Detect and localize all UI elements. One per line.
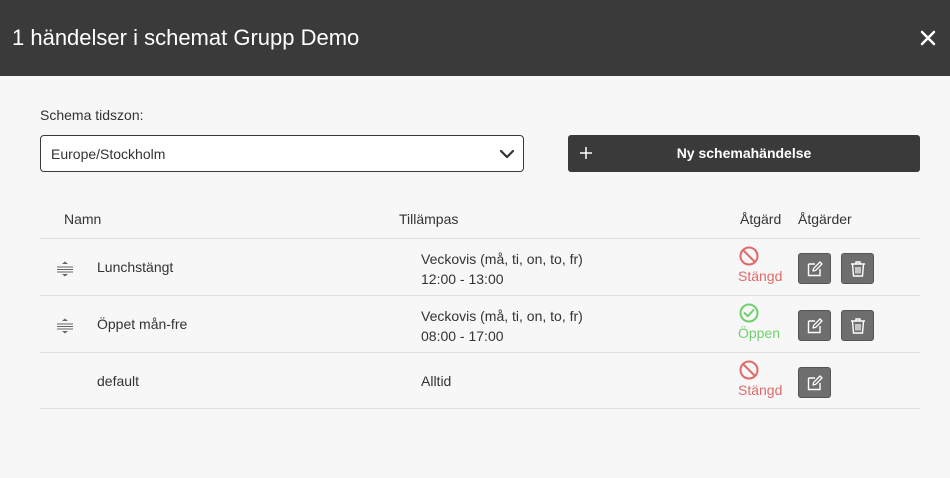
timezone-select[interactable]: Europe/Stockholm [40,135,524,172]
close-button[interactable] [916,26,940,50]
trash-icon [851,318,865,334]
column-header-name: Namn [64,211,102,227]
event-name: default [97,373,140,389]
event-recurrence: Veckovis (må, ti, on, to, fr) [421,308,583,324]
event-name: Lunchstängt [97,259,174,275]
edit-button[interactable] [798,367,831,398]
dialog-title: 1 händelser i schemat Grupp Demo [12,25,360,50]
column-header-applies: Tillämpas [399,211,459,227]
table-row: Lunchstängt Veckovis (må, ti, on, to, fr… [40,238,920,295]
event-time-range: 12:00 - 13:00 [421,271,504,287]
edit-icon [807,318,823,334]
event-name: Öppet mån-fre [97,316,188,332]
status-closed: Stängd [738,268,783,284]
delete-button[interactable] [841,310,874,341]
event-recurrence: Veckovis (må, ti, on, to, fr) [421,251,583,267]
close-icon [920,30,936,46]
edit-button[interactable] [798,310,831,341]
delete-button[interactable] [841,253,874,284]
status-open: Öppen [738,325,781,341]
trash-icon [851,261,865,277]
closed-icon [739,246,759,266]
table-row: default Alltid Stängd [40,352,920,409]
timezone-label: Schema tidszon: [40,107,144,123]
drag-handle-icon[interactable] [56,318,74,334]
edit-icon [807,261,823,277]
new-schedule-event-label: Ny schemahändelse [676,145,812,161]
edit-icon [807,375,823,391]
table-row: Öppet mån-fre Veckovis (må, ti, on, to, … [40,295,920,352]
status-closed: Stängd [738,382,783,398]
chevron-down-icon [499,149,515,159]
column-header-action: Åtgärd [740,211,782,227]
event-time-range: 08:00 - 17:00 [421,328,504,344]
open-check-icon [739,303,759,323]
column-header-actions: Åtgärder [798,211,852,227]
dialog-header: 1 händelser i schemat Grupp Demo [0,0,950,76]
new-schedule-event-button[interactable]: Ny schemahändelse [568,135,920,172]
event-recurrence: Alltid [421,373,452,389]
edit-button[interactable] [798,253,831,284]
drag-handle-icon[interactable] [56,261,74,277]
closed-icon [739,360,759,380]
timezone-value: Europe/Stockholm [51,146,166,162]
